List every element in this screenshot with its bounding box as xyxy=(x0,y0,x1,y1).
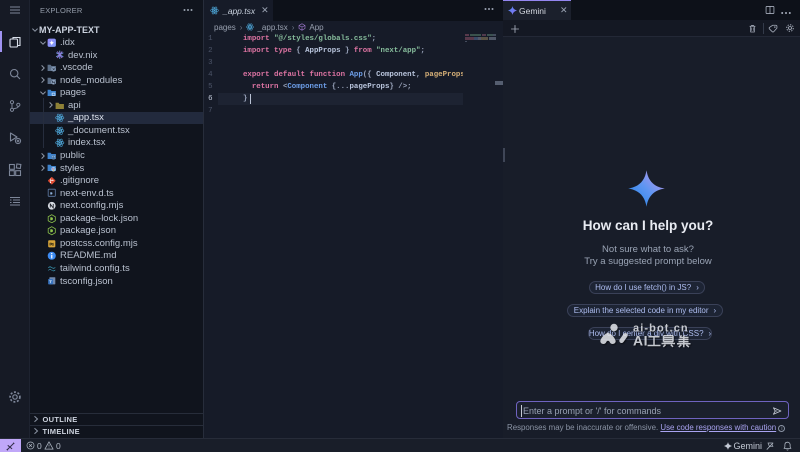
svg-text:AI: AI xyxy=(633,333,648,349)
